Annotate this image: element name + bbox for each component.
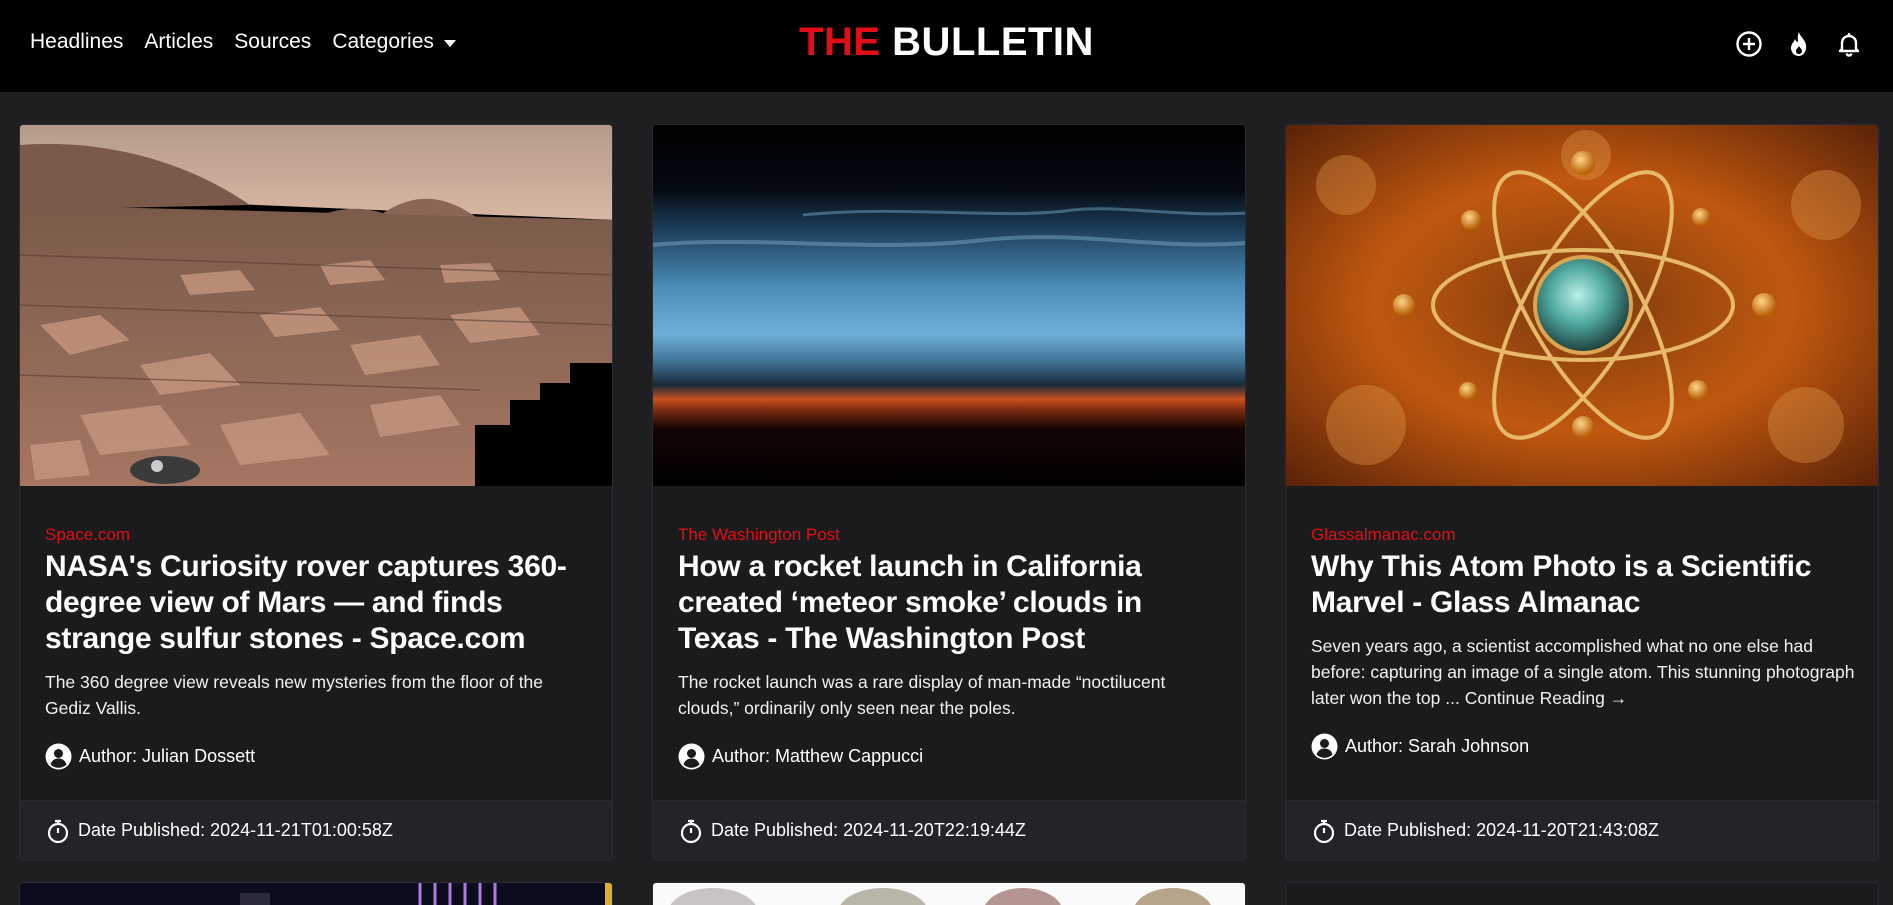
article-source[interactable]: Space.com (45, 525, 589, 545)
stopwatch-icon (47, 819, 69, 843)
article-card[interactable]: The Washington Post How a rocket launch … (652, 124, 1246, 861)
article-image-clouds[interactable] (653, 125, 1245, 486)
caret-down-icon (443, 39, 456, 47)
card-footer: Date Published: 2024-11-20T22:19:44Z (653, 800, 1245, 860)
article-author: Author: Julian Dossett (45, 743, 589, 770)
author-name: Author: Sarah Johnson (1345, 736, 1530, 756)
article-source[interactable]: The Washington Post (678, 525, 1222, 545)
card-body: Space.com NASA's Curiosity rover capture… (45, 525, 589, 770)
article-card[interactable]: Glassalmanac.com Why This Atom Photo is … (1285, 124, 1879, 861)
card-footer: Date Published: 2024-11-21T01:00:58Z (20, 800, 612, 860)
article-title[interactable]: Why This Atom Photo is a Scientific Marv… (1311, 549, 1855, 621)
article-author: Author: Sarah Johnson (1311, 733, 1855, 760)
author-name: Author: Matthew Cappucci (712, 746, 924, 766)
article-description: Seven years ago, a scientist accomplishe… (1311, 636, 1855, 708)
nav-categories-dropdown[interactable]: Categories (332, 30, 456, 54)
nav-link-headlines[interactable]: Headlines (30, 30, 123, 54)
article-card-peek[interactable] (19, 882, 613, 905)
author-name: Author: Julian Dossett (79, 746, 256, 766)
nav-link-articles[interactable]: Articles (144, 30, 213, 54)
article-card[interactable]: Space.com NASA's Curiosity rover capture… (19, 124, 613, 861)
nav-links: Headlines Articles Sources Categories (30, 30, 477, 54)
article-image-mars[interactable] (20, 125, 612, 486)
article-image-atom[interactable] (1286, 125, 1878, 486)
brand-bulletin: BULLETIN (892, 20, 1094, 64)
card-body: Glassalmanac.com Why This Atom Photo is … (1311, 525, 1855, 760)
article-author: Author: Matthew Cappucci (678, 743, 1222, 770)
card-body: The Washington Post How a rocket launch … (678, 525, 1222, 770)
stopwatch-icon (1313, 819, 1335, 843)
stopwatch-icon (680, 819, 702, 843)
publish-date: Date Published: 2024-11-20T21:43:08Z (1344, 820, 1659, 840)
user-circle-icon (678, 743, 705, 770)
publish-date: Date Published: 2024-11-21T01:00:58Z (78, 820, 393, 840)
article-card-peek[interactable] (652, 882, 1246, 905)
publish-date: Date Published: 2024-11-20T22:19:44Z (711, 820, 1026, 840)
article-title[interactable]: NASA's Curiosity rover captures 360-degr… (45, 549, 589, 657)
article-title[interactable]: How a rocket launch in California create… (678, 549, 1222, 657)
nav-icons (1735, 30, 1863, 58)
article-description: The rocket launch was a rare display of … (678, 672, 1166, 718)
brand-the: THE (799, 20, 881, 64)
article-card-peek[interactable] (1285, 882, 1879, 905)
article-description: The 360 degree view reveals new mysterie… (45, 672, 544, 718)
categories-label: Categories (332, 30, 434, 53)
card-footer: Date Published: 2024-11-20T21:43:08Z (1286, 800, 1878, 860)
article-source[interactable]: Glassalmanac.com (1311, 525, 1855, 545)
user-circle-icon (45, 743, 72, 770)
nav-link-sources[interactable]: Sources (234, 30, 311, 54)
bell-icon[interactable] (1835, 30, 1863, 58)
plus-circle-icon[interactable] (1735, 30, 1763, 58)
user-circle-icon (1311, 733, 1338, 760)
flame-icon[interactable] (1785, 30, 1813, 58)
top-navbar: Headlines Articles Sources Categories TH… (0, 0, 1893, 92)
